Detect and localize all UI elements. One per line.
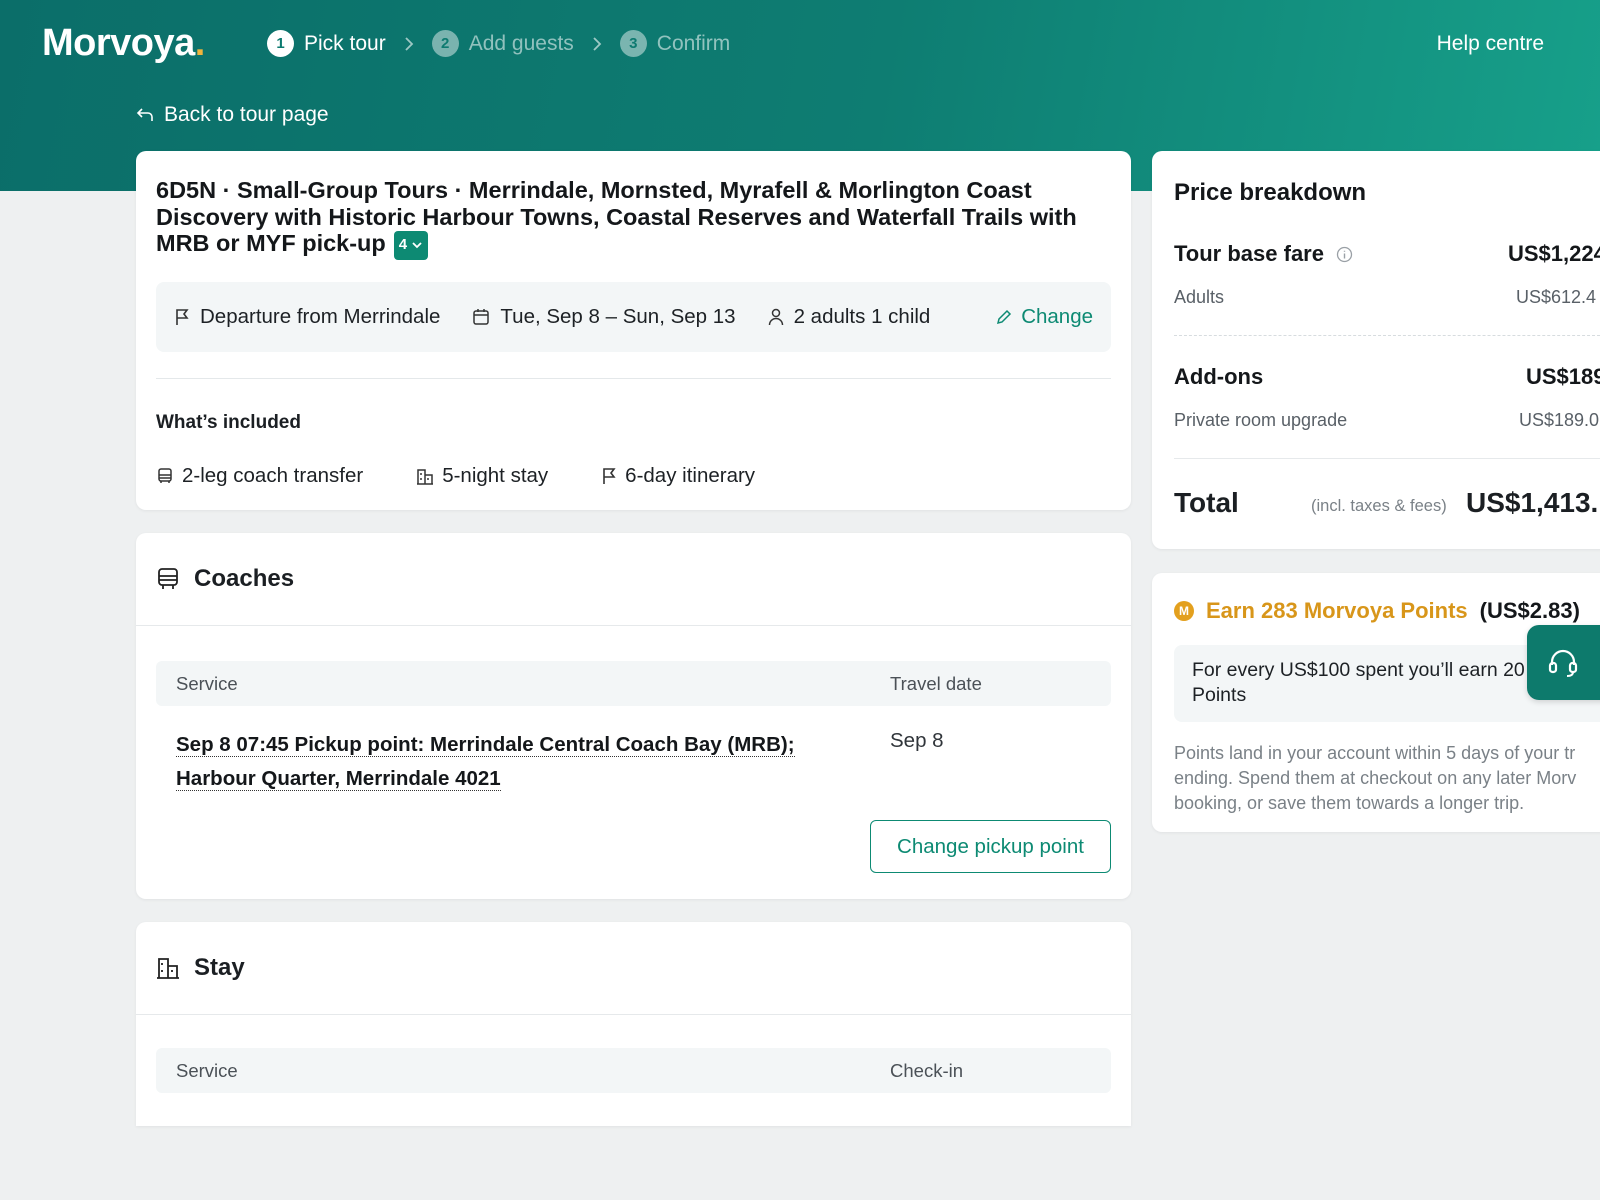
chevron-right-icon: [404, 36, 414, 52]
calendar-icon: [473, 308, 490, 325]
included-itinerary: 6-day itinerary: [601, 464, 755, 488]
addon-item-label: Private room upgrade: [1174, 410, 1348, 430]
chevron-right-icon: [592, 36, 602, 52]
coaches-header: Coaches: [136, 533, 1131, 626]
variant-badge[interactable]: 4: [393, 231, 429, 260]
price-breakdown-card: Price breakdown Tour base fare US$1,224 …: [1152, 151, 1600, 549]
change-booking-button[interactable]: Change: [995, 305, 1093, 329]
points-coin-icon: M: [1174, 601, 1194, 621]
base-fare-row: Tour base fare US$1,224: [1174, 241, 1600, 267]
step-label: Pick tour: [304, 31, 386, 55]
checkout-steps: 1 Pick tour 2 Add guests 3 Confirm: [267, 30, 730, 57]
points-fine-print: Points land in your account within 5 day…: [1174, 743, 1577, 813]
total-value: US$1,413.: [1466, 487, 1599, 518]
base-fare-value: US$1,224: [1508, 241, 1600, 266]
points-card: M Earn 283 Morvoya Points (US$2.83) For …: [1152, 573, 1600, 832]
divider: [156, 377, 1111, 379]
included-stay: 5-night stay: [416, 464, 548, 488]
bus-icon: [158, 568, 178, 589]
points-usd-value: (US$2.83): [1479, 598, 1580, 623]
step-label: Add guests: [468, 31, 574, 55]
points-heading: M Earn 283 Morvoya Points (US$2.83): [1174, 598, 1580, 624]
booking-summary-bar: Departure from Merrindale Tue, Sep 8 – S…: [156, 281, 1111, 352]
total-label: Total: [1174, 487, 1239, 518]
stay-section: Stay Service Check-in: [136, 922, 1131, 1126]
divider: [1174, 458, 1600, 459]
table-header: Service Travel date: [156, 661, 1111, 706]
step-add-guests[interactable]: 2 Add guests: [431, 30, 574, 57]
back-to-tour-link[interactable]: Back to tour page: [136, 103, 329, 127]
back-label: Back to tour page: [164, 103, 329, 126]
coaches-section: Coaches Service Travel date Sep 8 07:45 …: [136, 533, 1131, 899]
coach-service-detail[interactable]: Sep 8 07:45 Pickup point: Merrindale Cen…: [176, 728, 826, 796]
info-icon[interactable]: [1336, 246, 1353, 263]
step-label: Confirm: [656, 31, 731, 55]
whats-included-heading: What’s included: [156, 411, 301, 433]
addon-item-value: US$189.0: [1519, 410, 1600, 430]
hotel-icon: [157, 958, 179, 979]
pencil-icon: [997, 309, 1012, 324]
addons-label: Add-ons: [1174, 364, 1264, 389]
step-pick-tour[interactable]: 1 Pick tour: [267, 30, 386, 57]
flag-icon: [176, 308, 189, 325]
total-note: (incl. taxes & fees): [1311, 497, 1447, 515]
flag-icon: [603, 467, 616, 484]
points-earn-text: Earn 283 Morvoya Points: [1206, 598, 1468, 623]
base-fare-label: Tour base fare: [1174, 241, 1324, 266]
stay-header: Stay: [136, 922, 1131, 1015]
step-number: 1: [267, 30, 294, 57]
section-title: Stay: [194, 954, 245, 981]
table-header: Service Check-in: [156, 1048, 1111, 1093]
addons-row: Add-ons US$189: [1174, 364, 1600, 390]
headset-icon: [1548, 649, 1578, 677]
included-coach: 2-leg coach transfer: [156, 464, 363, 488]
section-title: Coaches: [194, 565, 295, 592]
step-number: 3: [619, 30, 647, 57]
support-chat-button[interactable]: [1527, 625, 1600, 700]
logo[interactable]: Morvoya.: [42, 22, 205, 65]
step-number: 2: [431, 30, 459, 57]
col-check-in: Check-in: [890, 1060, 963, 1081]
top-navigation: Morvoya. 1 Pick tour 2 Add guests 3 Conf…: [0, 0, 1600, 88]
col-service: Service: [176, 673, 238, 694]
divider: [1174, 335, 1600, 336]
included-list: 2-leg coach transfer 5-night stay 6-day …: [156, 464, 1111, 488]
help-centre-link[interactable]: Help centre: [1437, 32, 1544, 56]
dates-info: Tue, Sep 8 – Sun, Sep 13: [472, 305, 736, 329]
travel-date-value: Sep 8: [890, 729, 944, 752]
hotel-icon: [417, 468, 434, 485]
change-pickup-point-button[interactable]: Change pickup point: [870, 820, 1111, 873]
person-icon: [768, 308, 783, 325]
adults-label: Adults: [1174, 287, 1225, 307]
step-confirm[interactable]: 3 Confirm: [619, 30, 731, 57]
bus-icon: [158, 467, 172, 483]
tour-summary-card: 6D5N · Small-Group Tours · Merrindale, M…: [136, 151, 1131, 510]
chevron-down-icon: [412, 242, 422, 249]
addons-value: US$189: [1526, 364, 1600, 389]
adults-value: US$612.4: [1516, 287, 1597, 307]
addon-item-row: Private room upgrade US$189.0: [1174, 410, 1600, 432]
col-service: Service: [176, 1060, 238, 1081]
departure-info: Departure from Merrindale: [174, 305, 440, 329]
back-arrow-icon: [136, 108, 153, 121]
price-breakdown-title: Price breakdown: [1174, 179, 1367, 206]
guests-info: 2 adults 1 child: [768, 305, 930, 329]
col-travel-date: Travel date: [890, 673, 982, 694]
total-row: Total (incl. taxes & fees) US$1,413.: [1174, 487, 1600, 521]
tour-title: 6D5N · Small-Group Tours · Merrindale, M…: [156, 177, 1111, 260]
adults-row: Adults US$612.4: [1174, 287, 1600, 309]
